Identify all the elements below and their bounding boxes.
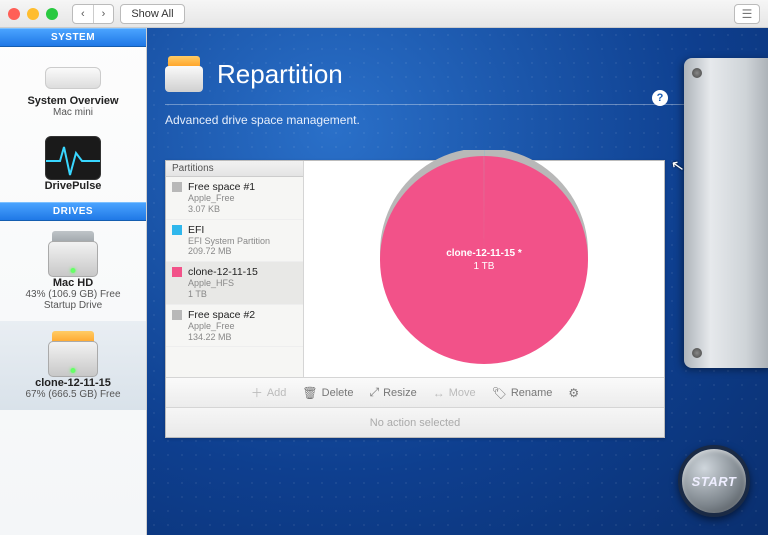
drivepulse-icon bbox=[45, 136, 101, 180]
sidebar-item-note: Startup Drive bbox=[4, 300, 142, 311]
nav-back-icon[interactable]: ‹ bbox=[73, 8, 93, 20]
cursor-icon: ↖ bbox=[669, 155, 686, 177]
page-header: Repartition bbox=[147, 28, 768, 98]
partition-list: Partitions Free space #1Apple_Free3.07 K… bbox=[166, 161, 304, 377]
sidebar-item-system-overview[interactable]: System Overview Mac mini bbox=[0, 47, 146, 128]
start-button[interactable]: START bbox=[678, 445, 750, 517]
window-titlebar: ‹ › Show All ☰ bbox=[0, 0, 768, 28]
move-icon: ↔ bbox=[433, 386, 445, 400]
show-all-button[interactable]: Show All bbox=[120, 4, 184, 24]
page-title: Repartition bbox=[217, 59, 343, 90]
trash-icon: 🗑 bbox=[302, 386, 317, 400]
hdd-icon bbox=[48, 229, 98, 277]
hdd-icon bbox=[48, 329, 98, 377]
color-swatch bbox=[172, 225, 182, 235]
status-bar: No action selected bbox=[166, 407, 664, 437]
color-swatch bbox=[172, 267, 182, 277]
drive-icon bbox=[165, 56, 203, 92]
sidebar-item-label: DrivePulse bbox=[4, 180, 142, 192]
settings-button[interactable]: ⚙ bbox=[568, 386, 579, 400]
color-swatch bbox=[172, 310, 182, 320]
resize-button[interactable]: ⤢Resize bbox=[369, 385, 416, 400]
tag-icon: 🏷 bbox=[492, 386, 507, 400]
partition-list-header: Partitions bbox=[166, 161, 303, 177]
status-text: No action selected bbox=[370, 417, 461, 429]
sidebar-section-system: SYSTEM bbox=[0, 28, 146, 47]
plus-icon: ＋ bbox=[251, 384, 263, 401]
partition-chart: clone-12-11-15 * 1 TB bbox=[304, 161, 664, 377]
content-area: Repartition ? Advanced drive space manag… bbox=[147, 28, 768, 535]
sidebar-item-sublabel: Mac mini bbox=[4, 107, 142, 118]
mac-mini-icon bbox=[45, 67, 101, 89]
nav-forward-icon[interactable]: › bbox=[94, 8, 114, 20]
partition-item[interactable]: clone-12-11-15Apple_HFS1 TB bbox=[166, 262, 303, 305]
nav-back-forward[interactable]: ‹ › bbox=[72, 4, 114, 24]
sidebar-item-label: Mac HD bbox=[4, 277, 142, 289]
resize-icon: ⤢ bbox=[369, 385, 379, 400]
sidebar: SYSTEM System Overview Mac mini DrivePul… bbox=[0, 28, 147, 535]
list-icon: ☰ bbox=[742, 7, 753, 21]
add-button[interactable]: ＋Add bbox=[251, 384, 287, 401]
color-swatch bbox=[172, 182, 182, 192]
zoom-window-button[interactable] bbox=[46, 8, 58, 20]
partition-panel: Partitions Free space #1Apple_Free3.07 K… bbox=[165, 160, 665, 438]
delete-button[interactable]: 🗑Delete bbox=[302, 386, 353, 400]
gear-icon: ⚙ bbox=[568, 386, 579, 400]
sidebar-drive-mac-hd[interactable]: Mac HD 43% (106.9 GB) Free Startup Drive bbox=[0, 221, 146, 321]
partition-item[interactable]: Free space #1Apple_Free3.07 KB bbox=[166, 177, 303, 220]
sidebar-item-drivepulse[interactable]: DrivePulse bbox=[0, 128, 146, 202]
pie-center-label: clone-12-11-15 * 1 TB bbox=[446, 247, 522, 273]
rename-button[interactable]: 🏷Rename bbox=[492, 386, 553, 400]
sidebar-section-drives: DRIVES bbox=[0, 202, 146, 221]
sidebar-item-free: 67% (666.5 GB) Free bbox=[4, 389, 142, 400]
close-window-button[interactable] bbox=[8, 8, 20, 20]
traffic-lights bbox=[8, 8, 58, 20]
partition-item[interactable]: EFIEFI System Partition209.72 MB bbox=[166, 220, 303, 263]
sidebar-item-label: clone-12-11-15 bbox=[4, 377, 142, 389]
minimize-window-button[interactable] bbox=[27, 8, 39, 20]
move-button[interactable]: ↔Move bbox=[433, 386, 476, 400]
help-button[interactable]: ? bbox=[652, 90, 668, 106]
sidebar-item-free: 43% (106.9 GB) Free bbox=[4, 289, 142, 300]
sidebar-drive-clone[interactable]: clone-12-11-15 67% (666.5 GB) Free bbox=[0, 321, 146, 410]
sidebar-item-label: System Overview bbox=[4, 95, 142, 107]
view-mode-button[interactable]: ☰ bbox=[734, 4, 760, 24]
partition-toolbar: ＋Add 🗑Delete ⤢Resize ↔Move 🏷Rename ⚙ bbox=[166, 377, 664, 407]
drive-illustration bbox=[684, 58, 768, 368]
partition-item[interactable]: Free space #2Apple_Free134.22 MB bbox=[166, 305, 303, 348]
